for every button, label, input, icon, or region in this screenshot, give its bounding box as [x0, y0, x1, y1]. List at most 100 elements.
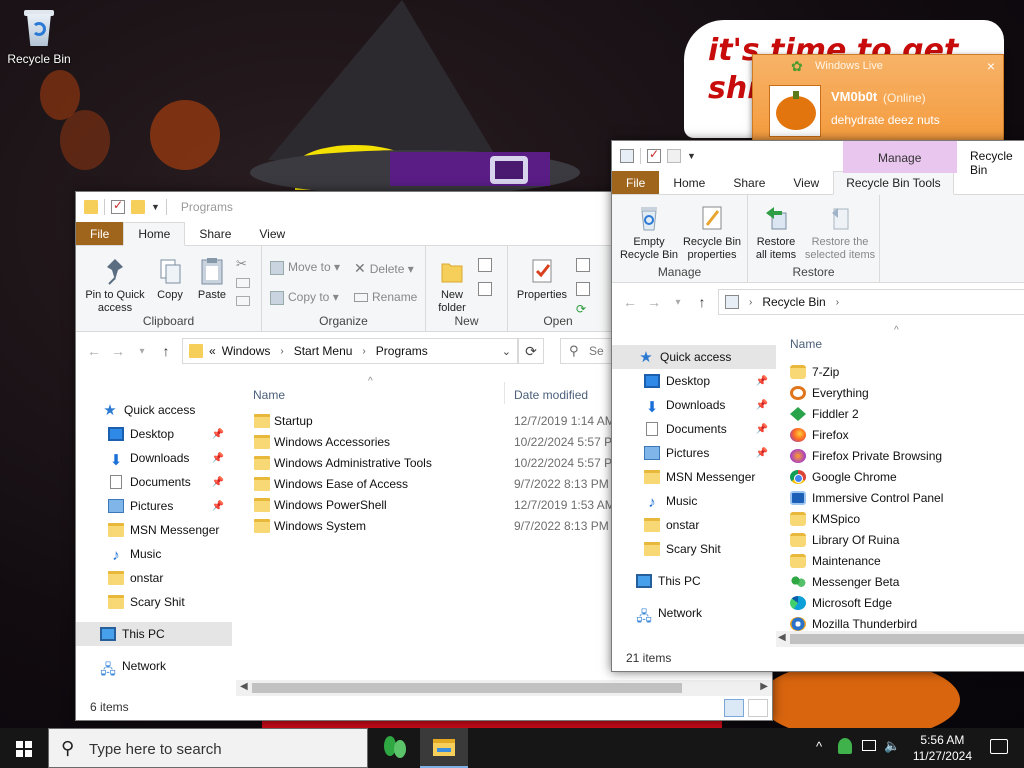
network-icon[interactable]	[862, 740, 876, 751]
breadcrumb-overflow[interactable]: «	[209, 344, 216, 358]
tab-recycle-bin-tools[interactable]: Recycle Bin Tools	[833, 171, 954, 195]
breadcrumb-windows[interactable]: Windows	[222, 344, 271, 358]
recycle-bin-explorer-window[interactable]: ▼ Manage Recycle Bin File Home Share Vie…	[611, 140, 1024, 672]
file-row[interactable]: Google Chrome	[784, 467, 1020, 488]
copy-to-button[interactable]: Copy to ▾	[270, 290, 339, 305]
file-row[interactable]: Firefox	[784, 425, 1020, 446]
nav-music[interactable]: ♪ Music	[612, 489, 776, 513]
nav-network[interactable]: 🖧 Network	[76, 654, 232, 678]
nav-scary-shit[interactable]: Scary Shit	[76, 590, 232, 614]
chevron-down-icon[interactable]: ▼	[151, 202, 160, 212]
restore-selected-items-button[interactable]: Restore the selected items	[802, 203, 878, 262]
file-row[interactable]: Everything	[784, 383, 1020, 404]
back-arrow-icon[interactable]: ←	[618, 294, 642, 310]
large-icons-view-icon[interactable]	[748, 699, 768, 717]
forward-arrow-icon[interactable]: →	[642, 294, 666, 310]
nav-this-pc[interactable]: This PC	[612, 569, 776, 593]
nav-downloads[interactable]: ⬇ Downloads 📌	[76, 446, 232, 470]
nav-msn-messenger[interactable]: MSN Messenger	[76, 518, 232, 542]
title-bar[interactable]: ▼ Manage Recycle Bin	[612, 141, 1024, 177]
nav-quick-access[interactable]: ★ Quick access	[76, 398, 232, 422]
properties-quick-icon[interactable]	[647, 147, 661, 163]
nav-music[interactable]: ♪ Music	[76, 542, 232, 566]
tab-file[interactable]: File	[76, 222, 124, 245]
edit-icon[interactable]	[576, 282, 590, 296]
taskbar-clock[interactable]: 5:56 AM 11/27/2024	[913, 732, 972, 764]
chevron-down-icon[interactable]: ⌄	[502, 345, 511, 358]
restore-all-items-button[interactable]: Restore all items	[752, 203, 800, 262]
forward-arrow-icon[interactable]: →	[106, 343, 130, 359]
nav-documents[interactable]: Documents 📌	[612, 417, 776, 441]
paste-button[interactable]: Paste	[192, 256, 232, 302]
up-arrow-icon[interactable]: ↑	[690, 294, 714, 310]
file-row[interactable]: Messenger Beta	[784, 572, 1020, 593]
up-arrow-icon[interactable]: ↑	[154, 343, 178, 359]
easy-access-icon[interactable]	[478, 282, 492, 296]
scroll-left-icon[interactable]: ◀	[240, 681, 248, 692]
new-folder-quick-icon[interactable]	[131, 200, 145, 214]
nav-pictures[interactable]: Pictures 📌	[612, 441, 776, 465]
scrollbar-thumb[interactable]	[790, 634, 1024, 644]
tab-home[interactable]: Home	[659, 171, 719, 194]
open-icon[interactable]	[576, 258, 590, 272]
file-row[interactable]: Microsoft Edge	[784, 593, 1020, 614]
nav-onstar[interactable]: onstar	[612, 513, 776, 537]
file-row[interactable]: Immersive Control Panel	[784, 488, 1020, 509]
nav-network[interactable]: 🖧 Network	[612, 601, 776, 625]
horizontal-scrollbar[interactable]: ◀ ▶	[236, 680, 772, 696]
new-folder-quick-icon[interactable]	[667, 149, 681, 163]
paste-shortcut-icon[interactable]	[236, 296, 250, 306]
new-item-icon[interactable]	[478, 258, 492, 272]
taskbar-file-explorer[interactable]	[420, 728, 468, 768]
address-bar[interactable]: › Recycle Bin ›	[718, 289, 1024, 315]
column-name[interactable]: Name	[790, 337, 822, 351]
file-row[interactable]: Fiddler 2	[784, 404, 1020, 425]
move-to-button[interactable]: Move to ▾	[270, 260, 340, 275]
properties-button[interactable]: Properties	[512, 256, 572, 302]
nav-downloads[interactable]: ⬇ Downloads 📌	[612, 393, 776, 417]
taskbar-msn-messenger[interactable]	[372, 728, 420, 768]
copy-button[interactable]: Copy	[152, 256, 188, 302]
tab-share[interactable]: Share	[185, 222, 245, 245]
pin-to-quick-access-button[interactable]: Pin to Quick access	[82, 256, 148, 315]
nav-this-pc[interactable]: This PC	[76, 622, 232, 646]
tab-home[interactable]: Home	[123, 222, 186, 246]
file-row[interactable]: KMSpico	[784, 509, 1020, 530]
nav-documents[interactable]: Documents 📌	[76, 470, 232, 494]
rename-button[interactable]: Rename	[354, 290, 417, 304]
scroll-right-icon[interactable]: ▶	[760, 681, 768, 692]
details-view-icon[interactable]	[724, 699, 744, 717]
notification-center-icon[interactable]	[990, 739, 1008, 754]
tab-view[interactable]: View	[245, 222, 299, 245]
nav-msn-messenger[interactable]: MSN Messenger	[612, 465, 776, 489]
file-row[interactable]: Maintenance	[784, 551, 1020, 572]
msn-tray-icon[interactable]	[838, 738, 852, 754]
new-folder-button[interactable]: New folder	[432, 256, 472, 315]
scrollbar-thumb[interactable]	[252, 683, 682, 693]
tab-file[interactable]: File	[612, 171, 660, 194]
properties-quick-icon[interactable]	[111, 198, 125, 214]
scroll-left-icon[interactable]: ◀	[778, 632, 786, 643]
breadcrumb-programs[interactable]: Programs	[376, 344, 428, 358]
nav-desktop[interactable]: Desktop 📌	[612, 369, 776, 393]
chevron-down-icon[interactable]: ▼	[687, 151, 696, 161]
desktop-recycle-bin[interactable]: Recycle Bin	[4, 6, 74, 66]
volume-icon[interactable]: 🔈	[884, 738, 900, 754]
msn-notification-popup[interactable]: ✿ Windows Live × VM0b0t (Online) dehydra…	[752, 54, 1004, 146]
column-date-modified[interactable]: Date modified	[514, 388, 588, 402]
file-row[interactable]: Firefox Private Browsing	[784, 446, 1020, 467]
empty-recycle-bin-button[interactable]: Empty Recycle Bin	[618, 203, 680, 262]
nav-pictures[interactable]: Pictures 📌	[76, 494, 232, 518]
nav-desktop[interactable]: Desktop 📌	[76, 422, 232, 446]
start-button[interactable]	[0, 728, 48, 768]
chevron-up-icon[interactable]: ^	[816, 739, 822, 754]
copy-path-icon[interactable]	[236, 278, 250, 288]
nav-scary-shit[interactable]: Scary Shit	[612, 537, 776, 561]
recent-chevron-icon[interactable]: ▾	[130, 346, 154, 357]
breadcrumb-start-menu[interactable]: Start Menu	[294, 344, 353, 358]
cut-icon[interactable]: ✂	[236, 256, 247, 272]
recycle-bin-properties-button[interactable]: Recycle Bin properties	[680, 203, 744, 262]
nav-onstar[interactable]: onstar	[76, 566, 232, 590]
address-bar[interactable]: « Windows › Start Menu › Programs ⌄	[182, 338, 518, 364]
delete-button[interactable]: ✕ Delete ▾	[354, 260, 414, 277]
